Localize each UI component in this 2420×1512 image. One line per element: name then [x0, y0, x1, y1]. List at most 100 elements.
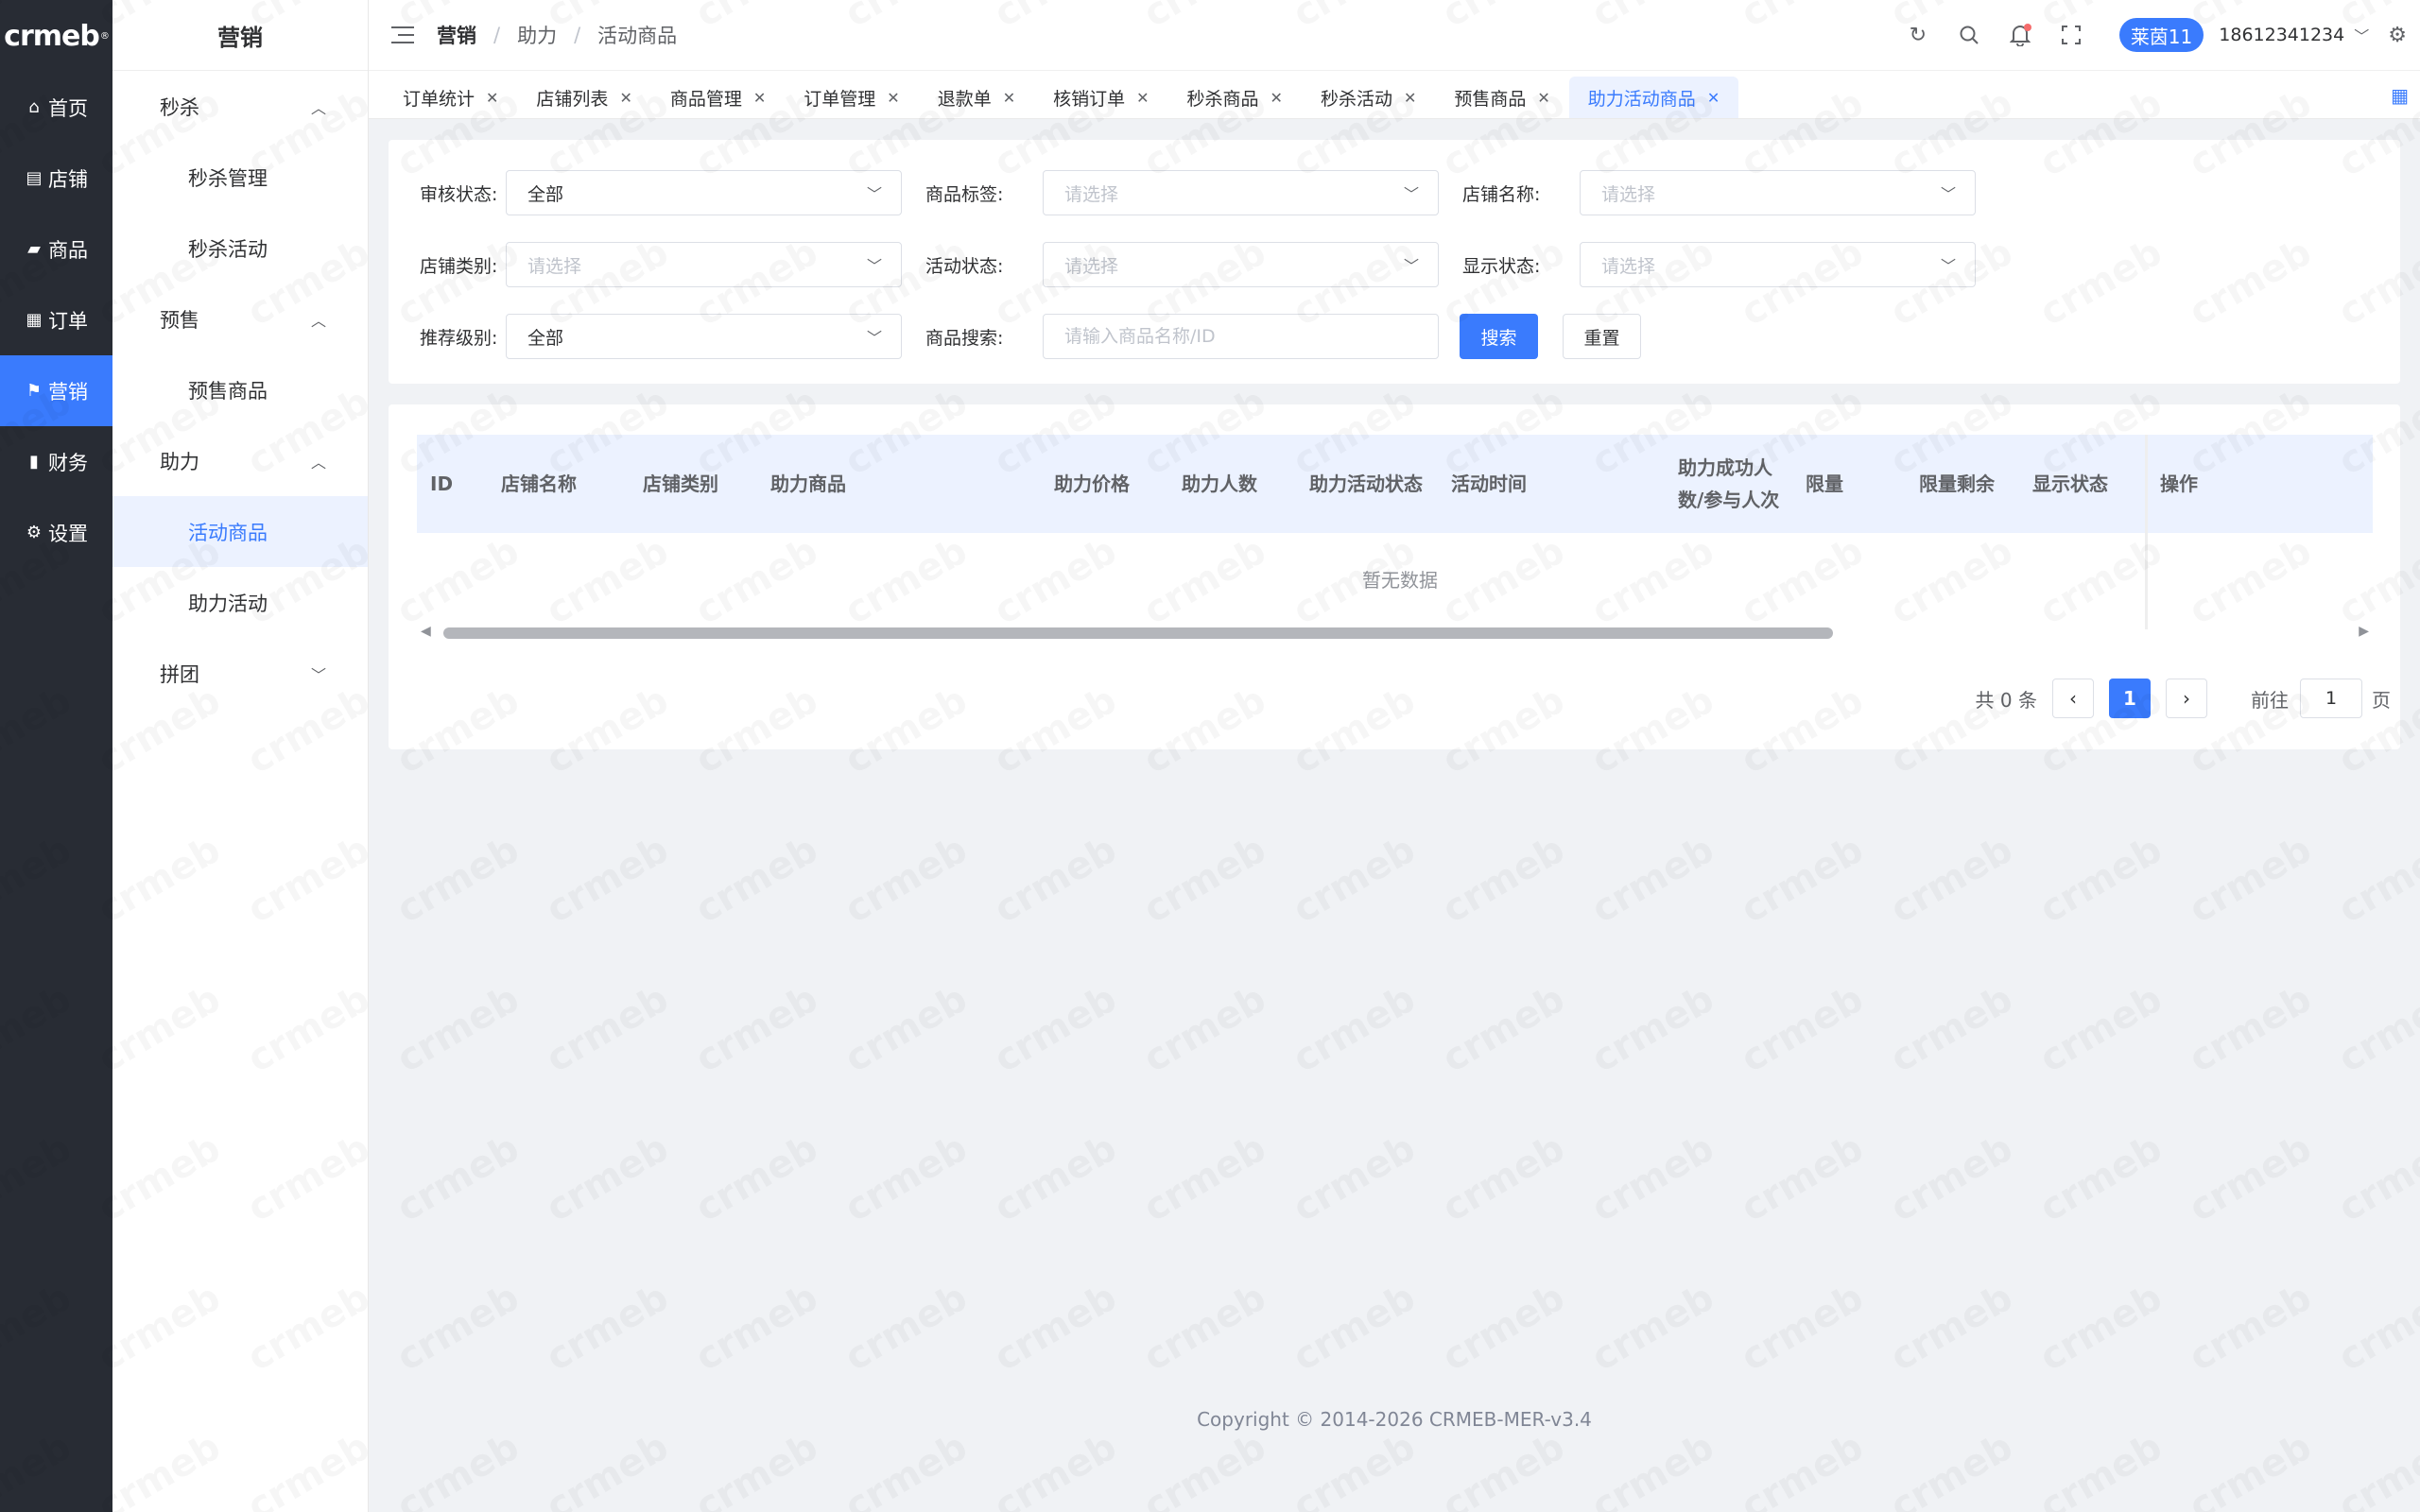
close-icon[interactable]: ✕ — [1136, 89, 1149, 107]
close-icon[interactable]: ✕ — [1404, 89, 1416, 107]
goto-page-input[interactable] — [2300, 679, 2362, 718]
sub-nav-list: 秒杀 ︿ 秒杀管理 秒杀活动 预售 ︿ 预售商品 助力 ︿ 活动商品 助力活动 拼团 ﹀ — [112, 71, 368, 709]
table-column-header: 助力人数 — [1182, 472, 1257, 495]
watermark-mark: crmeb — [1435, 1276, 1572, 1380]
tab-item[interactable]: 秒杀商品 ✕ — [1168, 77, 1302, 118]
nav-item-6[interactable]: ⚙ 设置 — [0, 497, 112, 568]
scroll-right-icon[interactable]: ▶ — [2359, 624, 2369, 639]
watermark-mark: crmeb — [1286, 1425, 1423, 1512]
nav-item-5[interactable]: ▮ 财务 — [0, 426, 112, 497]
close-icon[interactable]: ✕ — [1270, 89, 1283, 107]
store-name-placeholder: 请选择 — [1601, 183, 1656, 205]
crmeb-logo[interactable]: crmeb ® — [0, 0, 112, 72]
breadcrumb-root: 营销 — [437, 25, 476, 47]
tab-item[interactable]: 订单统计 ✕ — [384, 77, 517, 118]
store-type-select[interactable]: 请选择 ﹀ — [506, 242, 902, 287]
watermark-mark: crmeb — [1136, 1425, 1273, 1512]
watermark-mark: crmeb — [688, 828, 825, 932]
close-icon[interactable]: ✕ — [887, 89, 899, 107]
nav-item-4[interactable]: ⚑ 营销 — [0, 355, 112, 426]
nav-item-3[interactable]: ▦ 订单 — [0, 284, 112, 355]
reset-button[interactable]: 重置 — [1563, 314, 1641, 359]
store-name-select[interactable]: 请选择 ﹀ — [1580, 170, 1976, 215]
recommend-level-select[interactable]: 全部 ﹀ — [506, 314, 902, 359]
watermark-mark: crmeb — [539, 1276, 676, 1380]
tab-label: 退款单 — [937, 88, 992, 110]
user-phone[interactable]: 18612341234 — [2219, 25, 2344, 45]
watermark-mark: crmeb — [1584, 1126, 1721, 1230]
nav-item-label: 首页 — [48, 96, 88, 120]
close-icon[interactable]: ✕ — [486, 89, 498, 107]
tab-item[interactable]: 秒杀活动 ✕ — [1302, 77, 1435, 118]
close-icon[interactable]: ✕ — [753, 89, 766, 107]
nav-item-0[interactable]: ⌂ 首页 — [0, 72, 112, 143]
grid-menu-icon[interactable]: ▦ — [2391, 84, 2409, 107]
submenu-item[interactable]: 秒杀管理 — [112, 142, 368, 213]
logo-text: crmeb — [4, 19, 100, 53]
tab-item[interactable]: 店铺列表 ✕ — [517, 77, 650, 118]
next-page-button[interactable]: › — [2166, 679, 2207, 718]
watermark-mark: crmeb — [1286, 828, 1423, 932]
search-button[interactable]: 搜索 — [1460, 314, 1538, 359]
tab-label: 店铺列表 — [536, 88, 609, 110]
store-type-label: 店铺类别: — [420, 255, 498, 277]
submenu-group[interactable]: 助力 ︿ — [112, 425, 368, 496]
breadcrumb-item[interactable]: 助力 — [517, 21, 557, 49]
submenu-group[interactable]: 预售 ︿ — [112, 284, 368, 354]
tab-item[interactable]: 核销订单 ✕ — [1034, 77, 1167, 118]
close-icon[interactable]: ✕ — [1707, 89, 1720, 107]
submenu-item[interactable]: 预售商品 — [112, 354, 368, 425]
tab-item[interactable]: 商品管理 ✕ — [651, 77, 785, 118]
scroll-left-icon[interactable]: ◀ — [421, 624, 431, 639]
filter-row-2c: 显示状态: 请选择 ﹀ — [1462, 242, 1976, 287]
display-status-placeholder: 请选择 — [1601, 255, 1656, 277]
nav-item-1[interactable]: ▤ 店铺 — [0, 143, 112, 214]
tab-item[interactable]: 订单管理 ✕ — [785, 77, 918, 118]
audit-status-select[interactable]: 全部 ﹀ — [506, 170, 902, 215]
horizontal-scrollbar[interactable]: ◀ ▶ — [417, 624, 2373, 641]
page-number-button[interactable]: 1 — [2109, 679, 2151, 718]
product-tag-select[interactable]: 请选择 ﹀ — [1043, 170, 1439, 215]
table-column-header: 店铺名称 — [501, 472, 577, 495]
fullscreen-icon[interactable] — [2058, 22, 2084, 48]
scrollbar-thumb[interactable] — [443, 627, 1833, 639]
close-icon[interactable]: ✕ — [1537, 89, 1549, 107]
chevron-up-icon: ︿ — [310, 311, 326, 330]
watermark-mark: crmeb — [1136, 977, 1273, 1081]
activity-status-select[interactable]: 请选择 ﹀ — [1043, 242, 1439, 287]
submenu-item[interactable]: 秒杀活动 — [112, 213, 368, 284]
submenu-item[interactable]: 活动商品 — [112, 496, 368, 567]
menu-collapse-icon[interactable] — [391, 26, 414, 43]
user-badge[interactable]: 莱茵11 — [2118, 18, 2204, 52]
tab-item[interactable]: 退款单 ✕ — [919, 77, 1034, 118]
close-icon[interactable]: ✕ — [619, 89, 631, 107]
refresh-icon[interactable]: ↻ — [1905, 22, 1931, 48]
watermark-mark: crmeb — [1435, 828, 1572, 932]
secondary-sidebar-title: 营销 — [112, 0, 368, 71]
nav-item-2[interactable]: ▰ 商品 — [0, 214, 112, 284]
watermark-mark: crmeb — [838, 1126, 975, 1230]
watermark-mark: crmeb — [1435, 1425, 1572, 1512]
nav-item-label: 店铺 — [48, 167, 88, 191]
submenu-item[interactable]: 助力活动 — [112, 567, 368, 638]
product-search-input[interactable] — [1043, 314, 1439, 359]
submenu-group[interactable]: 拼团 ﹀ — [112, 638, 368, 709]
tab-item[interactable]: 助力活动商品 ✕ — [1568, 77, 1739, 118]
watermark-mark: crmeb — [1734, 1126, 1871, 1230]
filter-panel: 审核状态: 全部 ﹀ 商品标签: 请选择 ﹀ 店铺名称: 请选择 ﹀ 店铺类别: 请选… — [389, 140, 2400, 384]
submenu-group[interactable]: 秒杀 ︿ — [112, 71, 368, 142]
chevron-down-icon: ﹀ — [1940, 257, 1956, 275]
watermark-mark: crmeb — [539, 1425, 676, 1512]
prev-page-button[interactable]: ‹ — [2052, 679, 2094, 718]
tab-label: 订单管理 — [804, 88, 876, 110]
settings-icon[interactable]: ⚙ — [2388, 24, 2407, 47]
watermark-mark: crmeb — [838, 1276, 975, 1380]
tab-label: 秒杀活动 — [1320, 88, 1392, 110]
search-icon[interactable] — [1956, 22, 1982, 48]
chevron-down-icon[interactable]: ﹀ — [2354, 24, 2369, 46]
bell-icon[interactable] — [2007, 22, 2033, 48]
close-icon[interactable]: ✕ — [1003, 89, 1015, 107]
tab-item[interactable]: 预售商品 ✕ — [1435, 77, 1568, 118]
watermark-mark: crmeb — [2331, 1276, 2420, 1380]
display-status-select[interactable]: 请选择 ﹀ — [1580, 242, 1976, 287]
